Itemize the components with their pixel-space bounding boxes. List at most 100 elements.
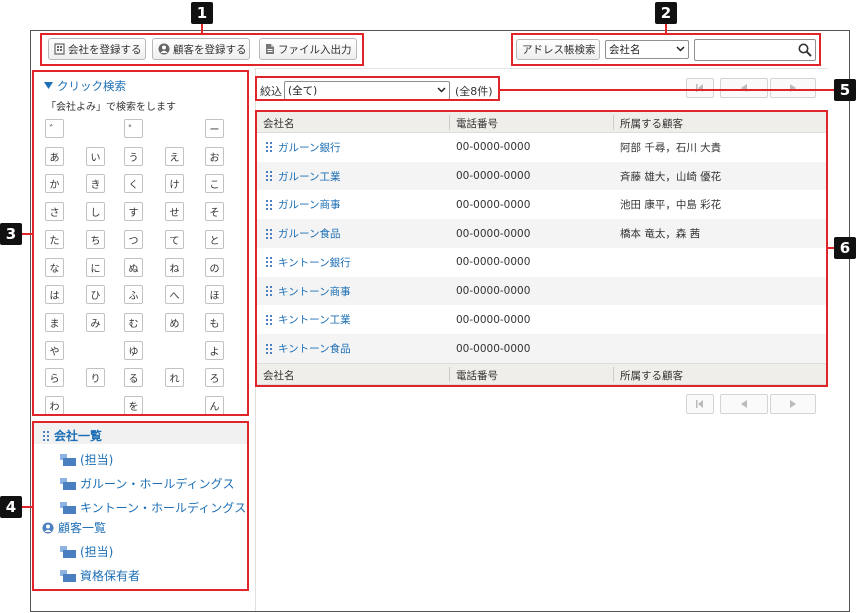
company-link[interactable]: ガルーン工業 <box>278 169 340 184</box>
column-header-phone[interactable]: 電話番号 <box>456 112 498 134</box>
tree-customer-item[interactable]: 資格保有者 <box>60 567 140 584</box>
kana-key[interactable]: の <box>205 257 224 277</box>
kana-key[interactable]: え <box>165 146 184 166</box>
kana-key[interactable]: ゜ <box>124 119 143 138</box>
kana-key[interactable]: ー <box>205 119 224 138</box>
callout-badge-1: 1 <box>191 2 213 24</box>
kana-key[interactable]: か <box>45 174 64 194</box>
kana-key[interactable]: ら <box>45 368 64 388</box>
kana-key[interactable]: お <box>205 146 224 166</box>
company-link[interactable]: キントーン工業 <box>278 312 351 327</box>
kana-key[interactable]: こ <box>205 174 224 194</box>
column-header-phone[interactable]: 電話番号 <box>456 364 498 386</box>
company-cell[interactable]: ガルーン食品 <box>265 219 340 248</box>
kana-key[interactable]: せ <box>165 202 184 222</box>
kana-key[interactable]: ゆ <box>124 340 143 360</box>
kana-key[interactable]: む <box>124 312 143 332</box>
tree-customers[interactable]: 顧客一覧 <box>42 519 106 536</box>
kana-key[interactable]: き <box>86 174 105 194</box>
company-link[interactable]: ガルーン食品 <box>278 226 340 241</box>
kana-key[interactable]: ん <box>205 396 224 415</box>
kana-key[interactable]: る <box>124 368 143 388</box>
kana-key[interactable]: そ <box>205 202 224 222</box>
first-page-button-bottom[interactable] <box>686 394 714 414</box>
kana-key[interactable]: は <box>45 285 64 305</box>
column-header-company[interactable]: 会社名 <box>263 364 295 386</box>
filter-select[interactable]: (全て) <box>284 81 450 100</box>
kana-key[interactable]: つ <box>124 229 143 249</box>
kana-key[interactable]: ひ <box>86 285 105 305</box>
kana-key[interactable]: し <box>86 202 105 222</box>
kana-key[interactable]: と <box>205 229 224 249</box>
kana-key[interactable]: ろ <box>205 368 224 388</box>
search-icon[interactable] <box>798 43 812 57</box>
first-page-button[interactable] <box>686 78 714 98</box>
column-header-customers[interactable]: 所属する顧客 <box>620 112 683 134</box>
search-field-select[interactable]: 会社名 <box>605 40 689 59</box>
kana-key[interactable]: れ <box>165 368 184 388</box>
kana-key[interactable]: ち <box>86 229 105 249</box>
company-cell[interactable]: ガルーン銀行 <box>265 133 340 162</box>
click-search-toggle[interactable]: クリック検索 <box>44 78 126 94</box>
company-link[interactable]: キントーン商事 <box>278 284 351 299</box>
register-customer-button[interactable]: 顧客を登録する <box>152 38 250 60</box>
kana-key[interactable]: け <box>165 174 184 194</box>
register-company-label: 会社を登録する <box>68 43 142 56</box>
company-cell[interactable]: キントーン工業 <box>265 306 351 335</box>
kana-key[interactable]: へ <box>165 285 184 305</box>
folder-icon <box>60 569 76 582</box>
company-cell[interactable]: ガルーン商事 <box>265 191 340 220</box>
tree-company-item[interactable]: (担当) <box>60 451 113 468</box>
kana-key[interactable]: う <box>124 146 143 166</box>
tree-customer-item[interactable]: (担当) <box>60 543 113 560</box>
company-icon <box>266 228 272 239</box>
tree-companies[interactable]: 会社一覧 <box>42 427 102 444</box>
company-link[interactable]: キントーン食品 <box>278 341 351 356</box>
next-page-button-bottom[interactable] <box>770 394 816 414</box>
file-import-export-button[interactable]: ファイル入出力 <box>259 38 357 60</box>
kana-key[interactable]: す <box>124 202 143 222</box>
tree-company-item[interactable]: ガルーン・ホールディングス <box>60 475 235 492</box>
kana-key[interactable]: て <box>165 229 184 249</box>
kana-key[interactable]: な <box>45 257 64 277</box>
kana-key[interactable]: よ <box>205 340 224 360</box>
kana-key[interactable]: ほ <box>205 285 224 305</box>
company-link[interactable]: キントーン銀行 <box>278 255 351 270</box>
column-header-customers[interactable]: 所属する顧客 <box>620 364 683 386</box>
tree-company-item[interactable]: キントーン・ホールディングス <box>60 499 246 516</box>
kana-key[interactable]: め <box>165 312 184 332</box>
kana-key[interactable]: ふ <box>124 285 143 305</box>
kana-key[interactable]: ね <box>165 257 184 277</box>
kana-key[interactable]: わ <box>45 396 64 415</box>
kana-key[interactable]: や <box>45 340 64 360</box>
kana-key[interactable]: ゛ <box>45 119 64 138</box>
company-cell[interactable]: キントーン銀行 <box>265 248 351 277</box>
kana-key[interactable]: り <box>86 368 105 388</box>
kana-key[interactable]: さ <box>45 202 64 222</box>
column-separator <box>613 367 614 382</box>
previous-page-button-bottom[interactable] <box>720 394 768 414</box>
company-cell[interactable]: ガルーン工業 <box>265 162 340 191</box>
column-header-company[interactable]: 会社名 <box>263 112 295 134</box>
company-cell[interactable]: キントーン食品 <box>265 334 351 363</box>
kana-key[interactable]: た <box>45 229 64 249</box>
kana-key[interactable]: く <box>124 174 143 194</box>
customers-cell: 阿部 千尋，石川 大貴 <box>620 141 722 154</box>
kana-key[interactable]: い <box>86 146 105 166</box>
previous-page-button[interactable] <box>720 78 768 98</box>
company-link[interactable]: ガルーン銀行 <box>278 140 340 155</box>
kana-key[interactable]: に <box>86 257 105 277</box>
company-cell[interactable]: キントーン商事 <box>265 277 351 306</box>
search-input[interactable] <box>694 39 816 61</box>
company-link[interactable]: ガルーン商事 <box>278 197 340 212</box>
chevron-down-icon <box>437 87 446 93</box>
next-page-button[interactable] <box>770 78 816 98</box>
kana-key[interactable]: ぬ <box>124 257 143 277</box>
kana-key[interactable]: を <box>124 396 143 415</box>
kana-key[interactable]: も <box>205 312 224 332</box>
kana-key[interactable]: ま <box>45 312 64 332</box>
kana-key[interactable]: あ <box>45 146 64 166</box>
kana-key[interactable]: み <box>86 312 105 332</box>
address-book-search-button[interactable]: アドレス帳検索 <box>516 39 600 60</box>
register-company-button[interactable]: 会社を登録する <box>48 38 146 60</box>
